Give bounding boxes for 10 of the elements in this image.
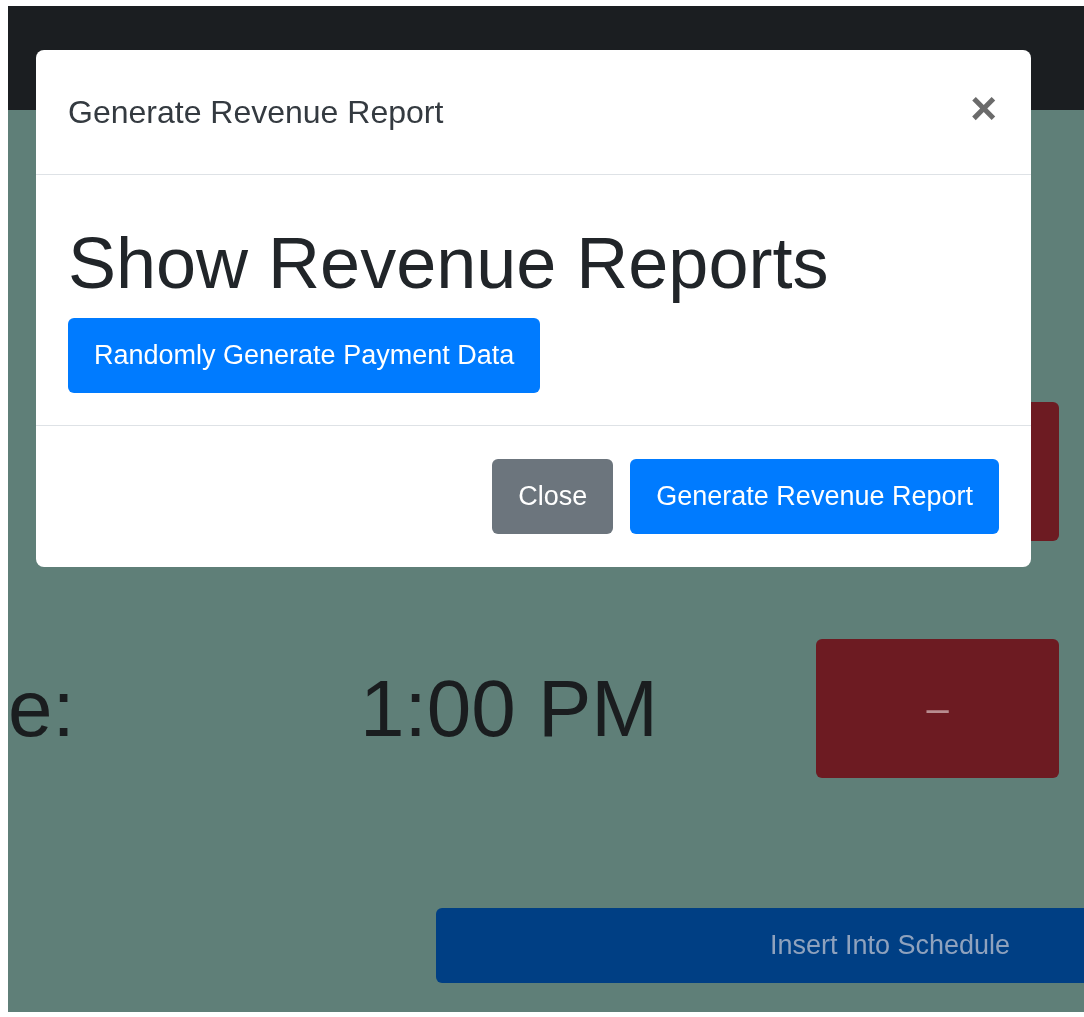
close-button[interactable]: Close xyxy=(492,459,614,535)
time-value: 1:00 PM xyxy=(360,669,659,749)
report-heading: Show Revenue Reports xyxy=(68,222,829,305)
generate-report-button[interactable]: Generate Revenue Report xyxy=(630,459,999,535)
field-label: e: xyxy=(8,669,76,749)
remove-button[interactable]: – xyxy=(816,639,1059,778)
generate-data-button[interactable]: Randomly Generate Payment Data xyxy=(68,318,541,394)
modal-title: Generate Revenue Report xyxy=(68,93,444,131)
close-button[interactable]: × xyxy=(968,85,999,131)
insert-button[interactable]: Insert Into Schedule xyxy=(436,908,1084,983)
